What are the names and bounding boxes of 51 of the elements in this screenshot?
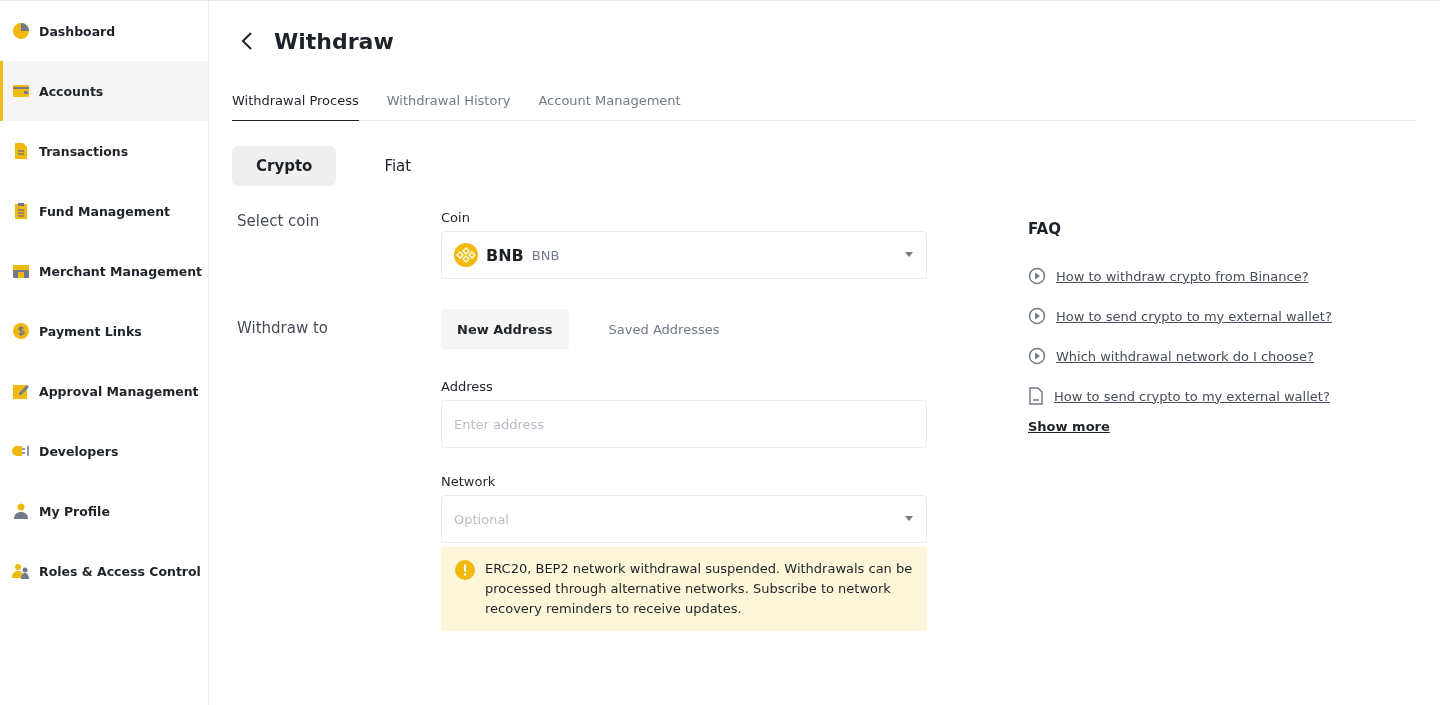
play-circle-icon (1028, 347, 1046, 365)
play-circle-icon (1028, 267, 1046, 285)
toggle-button[interactable]: Crypto (232, 146, 337, 186)
field-label: Network (441, 474, 497, 489)
people-icon (12, 562, 30, 580)
tab[interactable]: Withdrawal History (386, 81, 511, 121)
row-label: Select coin (236, 211, 321, 232)
sidebar-item[interactable]: My Profile (0, 481, 208, 541)
show-more-link[interactable]: Show more (1028, 419, 1110, 434)
coin-name: BNB (531, 247, 561, 263)
sidebar-item[interactable]: Dashboard (0, 1, 208, 61)
row-label: Withdraw to (236, 318, 330, 339)
sidebar-item[interactable]: Approval Management (0, 361, 208, 421)
coin-icon (454, 243, 478, 267)
toggle-button[interactable]: Fiat (360, 146, 436, 186)
faq-link[interactable]: Which withdrawal network do I choose? (1056, 348, 1314, 364)
document-icon (12, 142, 30, 160)
pie-chart-icon (12, 22, 30, 40)
faq-link[interactable]: How to withdraw crypto from Binance? (1056, 268, 1309, 284)
clipboard-icon (12, 202, 30, 220)
notice-text: ERC20, BEP2 network withdrawal suspended. Withdrawals can be processed through alternative networks. Subscribe to network recovery reminders to receive updates. (485, 560, 913, 618)
document-icon (1028, 387, 1044, 405)
pencil-note-icon (12, 382, 30, 400)
sidebar-item[interactable]: Roles & Access Control (0, 541, 208, 601)
address-option-button[interactable]: New Address (441, 309, 569, 349)
address-input[interactable]: Enter address (441, 400, 927, 448)
sidebar-item[interactable]: Merchant Management (0, 241, 208, 301)
person-icon (12, 502, 30, 520)
warning-icon (455, 560, 475, 580)
field-label: Coin (441, 210, 471, 225)
sidebar-item[interactable]: Fund Management (0, 181, 208, 241)
address-option-button[interactable]: Saved Addresses (592, 309, 736, 349)
play-circle-icon (1028, 307, 1046, 325)
dollar-coin-icon (12, 322, 30, 340)
field-label: Address (441, 379, 494, 394)
sidebar-item[interactable]: Transactions (0, 121, 208, 181)
faq-link[interactable]: How to send crypto to my external wallet? (1054, 388, 1330, 404)
sidebar-item[interactable]: Accounts (0, 61, 208, 121)
page-title: Withdraw (274, 28, 394, 54)
caret-icon (904, 516, 914, 522)
wallet-icon (12, 82, 30, 100)
tab[interactable]: Account Management (538, 81, 681, 121)
sidebar-item[interactable]: Payment Links (0, 301, 208, 361)
storefront-icon (12, 262, 30, 280)
coin-symbol: BNB (486, 245, 524, 265)
caret-icon (904, 252, 914, 258)
tab[interactable]: Withdrawal Process (232, 81, 359, 121)
faq-link[interactable]: How to send crypto to my external wallet? (1056, 308, 1332, 324)
sidebar-item[interactable]: Developers (0, 421, 208, 481)
faq-title: FAQ (1028, 220, 1062, 238)
coin-select[interactable]: BNB BNB (441, 231, 927, 279)
